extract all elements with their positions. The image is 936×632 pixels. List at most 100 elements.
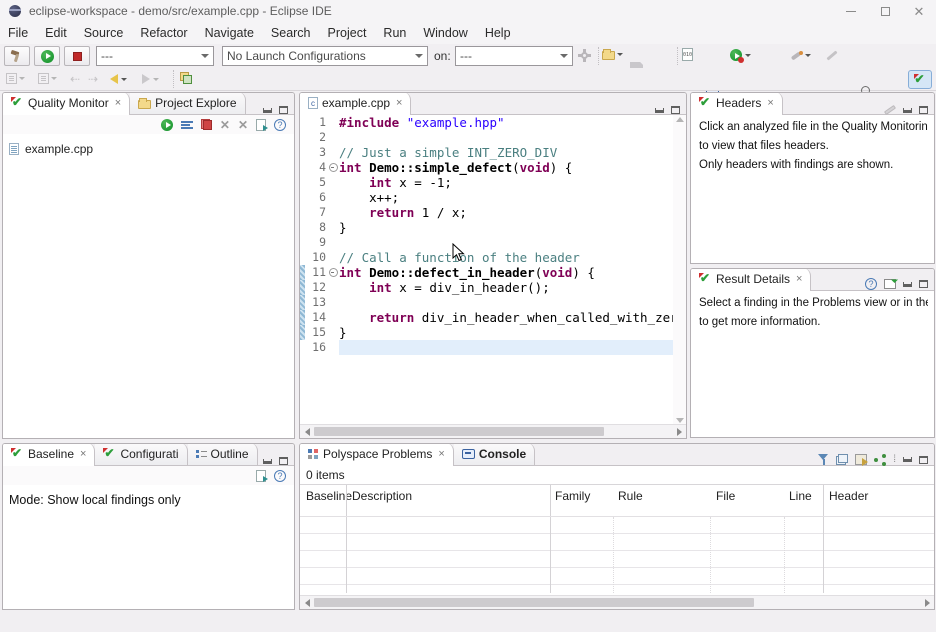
launch-settings-gear-icon[interactable] bbox=[578, 49, 591, 62]
menu-help[interactable]: Help bbox=[485, 26, 511, 40]
help-icon[interactable]: ? bbox=[274, 119, 286, 131]
menu-edit[interactable]: Edit bbox=[45, 26, 67, 40]
back-button[interactable] bbox=[110, 74, 127, 84]
share-icon[interactable] bbox=[874, 454, 886, 465]
menu-source[interactable]: Source bbox=[84, 26, 124, 40]
code-line-12[interactable]: 12 int x = div_in_header(); bbox=[300, 280, 673, 295]
open-external-icon[interactable] bbox=[884, 279, 896, 289]
close-icon[interactable]: × bbox=[438, 448, 444, 460]
run-button[interactable] bbox=[34, 46, 60, 66]
scroll-up-icon[interactable] bbox=[676, 117, 684, 122]
code-line-1[interactable]: 1#include "example.hpp" bbox=[300, 115, 673, 130]
tab-project-explorer[interactable]: Project Explore bbox=[130, 92, 245, 114]
minimize-view-icon[interactable] bbox=[655, 108, 664, 113]
binary-view-button[interactable]: 010 bbox=[682, 48, 693, 61]
code-line-7[interactable]: 7 return 1 / x; bbox=[300, 205, 673, 220]
col-rule[interactable]: Rule bbox=[618, 489, 643, 503]
code-area[interactable]: 1#include "example.hpp"23// Just a simpl… bbox=[300, 115, 673, 425]
window-minimize-button[interactable] bbox=[834, 0, 868, 22]
column-separator[interactable] bbox=[823, 485, 824, 516]
close-icon[interactable]: × bbox=[796, 273, 802, 285]
help-icon[interactable]: ? bbox=[274, 470, 286, 482]
code-line-6[interactable]: 6 x++; bbox=[300, 190, 673, 205]
menu-project[interactable]: Project bbox=[328, 26, 367, 40]
scroll-left-icon[interactable] bbox=[305, 428, 310, 436]
scroll-left-icon[interactable] bbox=[305, 599, 310, 607]
menu-window[interactable]: Window bbox=[423, 26, 467, 40]
scrollbar-thumb[interactable] bbox=[314, 598, 754, 607]
stop-button[interactable] bbox=[64, 46, 90, 66]
minimize-view-icon[interactable] bbox=[263, 459, 272, 464]
file-item-example-cpp[interactable]: example.cpp bbox=[9, 142, 294, 156]
close-icon[interactable]: × bbox=[767, 97, 773, 109]
show-list-icon[interactable] bbox=[181, 120, 193, 130]
code-line-14[interactable]: 14 return div_in_header_when_called_with… bbox=[300, 310, 673, 325]
tab-result-details[interactable]: Result Details × bbox=[691, 268, 811, 290]
tab-editor-example-cpp[interactable]: c example.cpp × bbox=[300, 92, 411, 114]
tab-baseline[interactable]: Baseline × bbox=[3, 443, 95, 465]
help-icon[interactable]: ? bbox=[865, 278, 877, 290]
link-with-editor-toggle[interactable] bbox=[180, 72, 192, 84]
launch-tool-button[interactable] bbox=[790, 49, 811, 62]
problems-table-header[interactable]: Baseline Description Family Rule File Li… bbox=[300, 485, 934, 517]
minimize-view-icon[interactable] bbox=[903, 457, 912, 462]
copy-icon[interactable] bbox=[836, 454, 848, 465]
build-config-dropdown[interactable]: --- bbox=[96, 46, 214, 66]
export-icon[interactable] bbox=[855, 454, 867, 465]
code-line-11[interactable]: 11int Demo::defect_in_header(void) { bbox=[300, 265, 673, 280]
clear-icon[interactable]: ✕ bbox=[220, 119, 230, 131]
col-line[interactable]: Line bbox=[789, 489, 812, 503]
maximize-view-icon[interactable] bbox=[919, 456, 928, 464]
column-separator[interactable] bbox=[346, 485, 347, 516]
problems-table-body[interactable] bbox=[300, 517, 934, 593]
code-line-4[interactable]: 4int Demo::simple_defect(void) { bbox=[300, 160, 673, 175]
scroll-down-icon[interactable] bbox=[676, 418, 684, 423]
menu-run[interactable]: Run bbox=[383, 26, 406, 40]
close-icon[interactable]: × bbox=[396, 97, 402, 109]
filter-icon[interactable] bbox=[818, 454, 829, 465]
code-line-5[interactable]: 5 int x = -1; bbox=[300, 175, 673, 190]
menu-navigate[interactable]: Navigate bbox=[205, 26, 254, 40]
close-icon[interactable]: × bbox=[115, 97, 121, 109]
view-menu-icon[interactable]: ⁞ bbox=[893, 455, 896, 465]
window-close-button[interactable]: ✕ bbox=[902, 0, 936, 22]
maximize-view-icon[interactable] bbox=[919, 106, 928, 114]
launch-config-dropdown[interactable]: No Launch Configurations bbox=[222, 46, 428, 66]
col-header[interactable]: Header bbox=[829, 489, 868, 503]
code-line-15[interactable]: 15} bbox=[300, 325, 673, 340]
run-coverage-button[interactable] bbox=[730, 49, 751, 62]
export-file-icon[interactable] bbox=[256, 119, 266, 131]
menu-refactor[interactable]: Refactor bbox=[140, 26, 187, 40]
code-line-3[interactable]: 3// Just a simple INT_ZERO_DIV bbox=[300, 145, 673, 160]
scroll-right-icon[interactable] bbox=[677, 428, 682, 436]
scroll-right-icon[interactable] bbox=[925, 599, 930, 607]
column-separator[interactable] bbox=[550, 485, 551, 516]
code-line-13[interactable]: 13 bbox=[300, 295, 673, 310]
polyspace-perspective-button[interactable] bbox=[908, 70, 932, 89]
build-button[interactable] bbox=[4, 46, 30, 66]
code-line-8[interactable]: 8} bbox=[300, 220, 673, 235]
close-icon[interactable]: × bbox=[80, 448, 86, 460]
minimize-view-icon[interactable] bbox=[903, 108, 912, 113]
minimize-view-icon[interactable] bbox=[903, 282, 912, 287]
code-line-2[interactable]: 2 bbox=[300, 130, 673, 145]
maximize-view-icon[interactable] bbox=[279, 106, 288, 114]
export-file-icon[interactable] bbox=[256, 470, 266, 482]
maximize-view-icon[interactable] bbox=[279, 457, 288, 465]
problems-table[interactable]: Baseline Description Family Rule File Li… bbox=[300, 485, 934, 593]
problems-horizontal-scrollbar[interactable] bbox=[300, 595, 934, 609]
col-description[interactable]: Description bbox=[352, 489, 412, 503]
run-analysis-icon[interactable] bbox=[161, 119, 173, 131]
code-line-16[interactable]: 16 bbox=[300, 340, 673, 355]
tab-outline[interactable]: Outline bbox=[188, 443, 258, 465]
editor-horizontal-scrollbar[interactable] bbox=[300, 424, 686, 438]
col-file[interactable]: File bbox=[716, 489, 735, 503]
maximize-view-icon[interactable] bbox=[671, 106, 680, 114]
maximize-view-icon[interactable] bbox=[919, 280, 928, 288]
scrollbar-thumb[interactable] bbox=[314, 427, 604, 436]
code-line-10[interactable]: 10// Call a function of the header bbox=[300, 250, 673, 265]
tab-configuration[interactable]: Configurati bbox=[95, 443, 187, 465]
tab-headers[interactable]: Headers × bbox=[691, 92, 783, 114]
minimize-view-icon[interactable] bbox=[263, 108, 272, 113]
tab-polyspace-problems[interactable]: Polyspace Problems × bbox=[300, 443, 454, 465]
